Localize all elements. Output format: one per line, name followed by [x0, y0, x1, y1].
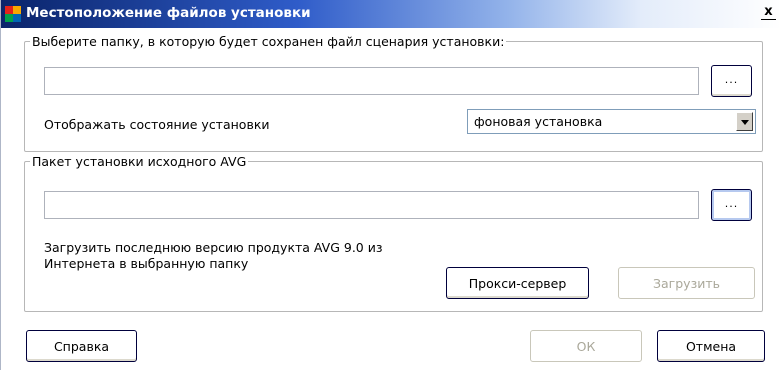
dialog-title: Местоположение файлов установки	[26, 5, 311, 21]
package-legend: Пакет установки исходного AVG	[32, 154, 247, 169]
browse-label: ...	[724, 72, 739, 86]
script-folder-path-input[interactable]	[44, 67, 699, 95]
proxy-server-button[interactable]: Прокси-сервер	[446, 267, 589, 299]
package-path-input[interactable]	[44, 191, 699, 219]
install-location-dialog: Местоположение файлов установки x Выбери…	[0, 0, 780, 370]
title-bar[interactable]: Местоположение файлов установки	[1, 0, 780, 28]
display-state-label: Отображать состояние установки	[44, 117, 270, 132]
package-browse-button[interactable]: ...	[711, 189, 752, 221]
browse-label: ...	[724, 196, 739, 210]
cancel-button[interactable]: Отмена	[657, 330, 765, 362]
avg-logo-icon	[5, 6, 21, 22]
chevron-down-icon[interactable]	[736, 112, 753, 131]
display-state-select[interactable]: фоновая установка	[467, 109, 756, 134]
ok-button[interactable]: ОК	[530, 330, 642, 362]
download-info-line-1: Загрузить последнюю версию продукта AVG …	[44, 240, 383, 255]
close-button[interactable]: x	[761, 5, 776, 20]
display-state-value: фоновая установка	[474, 114, 603, 129]
help-button[interactable]: Справка	[26, 330, 137, 362]
script-folder-browse-button[interactable]: ...	[711, 65, 752, 97]
download-button[interactable]: Загрузить	[618, 267, 755, 299]
download-info-line-2: Интернета в выбранную папку	[44, 256, 249, 271]
script-folder-legend: Выберите папку, в которую будет сохранен…	[32, 34, 505, 49]
